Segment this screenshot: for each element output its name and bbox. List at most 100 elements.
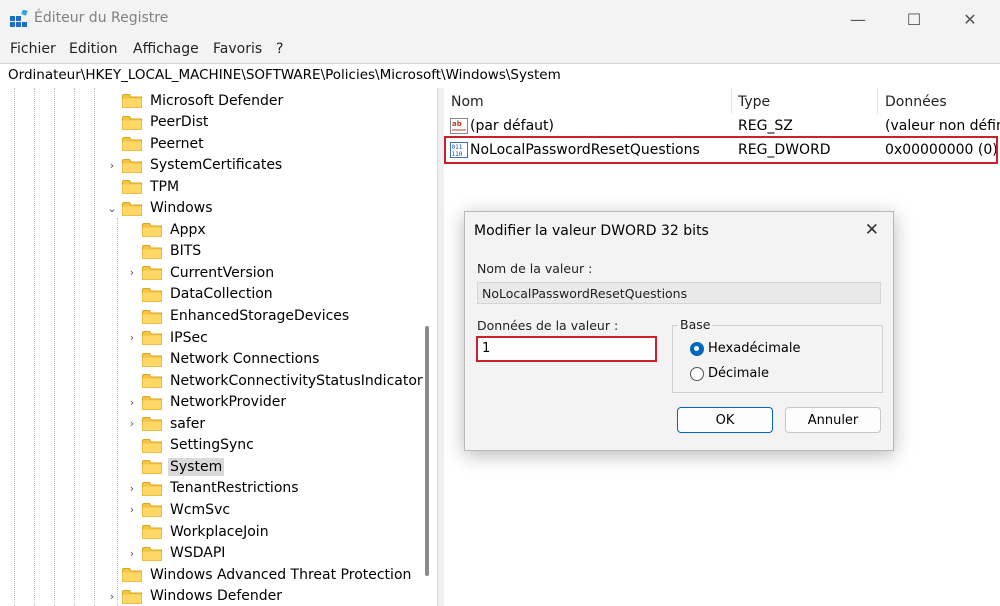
- value-name-label: Nom de la valeur :: [477, 261, 593, 276]
- tree-node[interactable]: BITS: [126, 241, 203, 262]
- tree-node-label: Network Connections: [170, 351, 320, 368]
- folder-icon: [122, 568, 142, 583]
- base-groupbox: [672, 325, 883, 393]
- tree-scrollbar[interactable]: [423, 88, 431, 606]
- folder-icon: [122, 158, 142, 173]
- tree-node[interactable]: › Windows Defender: [106, 586, 284, 606]
- chevron-right-icon[interactable]: ›: [106, 590, 118, 603]
- chevron-right-icon[interactable]: ›: [126, 547, 138, 560]
- tree-node[interactable]: Appx: [126, 219, 208, 240]
- tree-node[interactable]: Peernet: [106, 133, 206, 154]
- chevron-right-icon[interactable]: ›: [106, 159, 118, 172]
- tree-node[interactable]: SettingSync: [126, 435, 256, 456]
- tree-node[interactable]: DataCollection: [126, 284, 275, 305]
- key-tree[interactable]: Microsoft Defender PeerDist Peernet › System…: [0, 88, 437, 606]
- folder-icon: [142, 266, 162, 281]
- tree-node-label: safer: [170, 415, 206, 432]
- tree-node-label: System: [168, 457, 225, 476]
- tree-node[interactable]: › WcmSvc: [126, 499, 232, 520]
- chevron-right-icon[interactable]: ›: [126, 417, 138, 430]
- cancel-button[interactable]: Annuler: [785, 407, 881, 433]
- menu-edition[interactable]: Edition: [69, 41, 117, 57]
- menu-bar: Fichier Edition Affichage Favoris ?: [0, 38, 1000, 62]
- menu-help[interactable]: ?: [276, 41, 283, 57]
- maximize-button[interactable]: ☐: [886, 0, 942, 38]
- tree-guide: [14, 88, 15, 606]
- minimize-button[interactable]: —: [830, 0, 886, 38]
- tree-node[interactable]: › TenantRestrictions: [126, 478, 301, 499]
- tree-node[interactable]: › WSDAPI: [126, 543, 227, 564]
- radio-unchecked-icon[interactable]: [690, 366, 704, 381]
- minimize-icon: —: [850, 9, 866, 29]
- tree-node[interactable]: › safer: [126, 413, 207, 434]
- tree-guide: [34, 88, 35, 606]
- value-type: REG_SZ: [738, 118, 793, 134]
- tree-guide: [117, 218, 118, 606]
- menu-fichier[interactable]: Fichier: [10, 41, 56, 57]
- column-header-type[interactable]: Type: [732, 88, 878, 114]
- tree-node[interactable]: › CurrentVersion: [126, 262, 276, 283]
- value-row[interactable]: ab (par défaut) REG_SZ (valeur non défin…: [444, 114, 1000, 138]
- tree-node-label: NetworkConnectivityStatusIndicator: [170, 372, 423, 389]
- folder-icon: [142, 352, 162, 367]
- radio-decimal[interactable]: Décimale: [690, 366, 769, 381]
- tree-node[interactable]: Network Connections: [126, 349, 321, 370]
- address-bar[interactable]: Ordinateur\HKEY_LOCAL_MACHINE\SOFTWARE\P…: [0, 63, 1000, 89]
- value-data-label: Données de la valeur :: [477, 318, 619, 333]
- chevron-right-icon[interactable]: ›: [126, 266, 138, 279]
- tree-node[interactable]: PeerDist: [106, 112, 210, 133]
- column-header-donnees[interactable]: Données: [878, 88, 1000, 114]
- menu-favoris[interactable]: Favoris: [213, 41, 262, 57]
- tree-node[interactable]: › IPSec: [126, 327, 210, 348]
- tree-node-label: SystemCertificates: [150, 157, 283, 174]
- folder-icon: [142, 223, 162, 238]
- tree-node[interactable]: TPM: [106, 176, 181, 197]
- tree-node[interactable]: Microsoft Defender: [106, 90, 285, 111]
- scrollbar-thumb[interactable]: [425, 326, 429, 576]
- folder-icon: [122, 115, 142, 130]
- folder-icon: [142, 481, 162, 496]
- tree-guide: [74, 88, 75, 606]
- tree-node[interactable]: System: [126, 456, 225, 477]
- tree-guide: [94, 88, 95, 606]
- radio-checked-icon[interactable]: [690, 341, 704, 356]
- chevron-right-icon[interactable]: ›: [126, 396, 138, 409]
- folder-icon: [122, 589, 142, 604]
- tree-node[interactable]: EnhancedStorageDevices: [126, 306, 351, 327]
- chevron-right-icon[interactable]: ›: [126, 482, 138, 495]
- tree-node[interactable]: › NetworkProvider: [126, 392, 288, 413]
- close-button[interactable]: ✕: [942, 0, 998, 38]
- chevron-right-icon[interactable]: ›: [126, 503, 138, 516]
- base-label: Base: [678, 317, 713, 332]
- dialog-title: Modifier la valeur DWORD 32 bits: [474, 223, 709, 239]
- tree-node-label: EnhancedStorageDevices: [170, 308, 350, 324]
- radio-hexadecimal[interactable]: Hexadécimale: [690, 341, 800, 356]
- registry-editor-icon: [10, 10, 28, 27]
- tree-node[interactable]: ⌄ Windows: [106, 198, 215, 219]
- tree-node-label: BITS: [170, 243, 202, 260]
- tree-node[interactable]: Windows Advanced Threat Protection: [106, 564, 413, 585]
- value-data-input[interactable]: 1: [476, 336, 657, 362]
- ok-button[interactable]: OK: [677, 407, 773, 433]
- folder-icon: [142, 525, 162, 539]
- chevron-right-icon[interactable]: ›: [126, 331, 138, 344]
- folder-icon: [122, 201, 142, 216]
- tree-node-label: Microsoft Defender: [150, 92, 284, 109]
- chevron-down-icon[interactable]: ⌄: [106, 202, 118, 215]
- tree-node[interactable]: › SystemCertificates: [106, 155, 284, 176]
- folder-icon: [122, 180, 142, 195]
- column-header-nom[interactable]: Nom: [444, 88, 732, 114]
- tree-node[interactable]: NetworkConnectivityStatusIndicator: [126, 370, 425, 391]
- tree-node-label: Windows Advanced Threat Protection: [150, 566, 412, 583]
- folder-icon: [142, 417, 162, 432]
- string-value-icon: ab: [450, 118, 468, 134]
- folder-icon: [142, 331, 162, 346]
- close-icon[interactable]: ✕: [865, 220, 879, 240]
- address-path: Ordinateur\HKEY_LOCAL_MACHINE\SOFTWARE\P…: [8, 67, 561, 83]
- tree-node-label: SettingSync: [170, 437, 254, 454]
- menu-affichage[interactable]: Affichage: [133, 41, 199, 57]
- title-bar: Éditeur du Registre — ☐ ✕: [0, 0, 1000, 38]
- tree-node[interactable]: WorkplaceJoin: [126, 521, 271, 542]
- folder-icon: [142, 395, 162, 410]
- folder-icon: [142, 460, 162, 475]
